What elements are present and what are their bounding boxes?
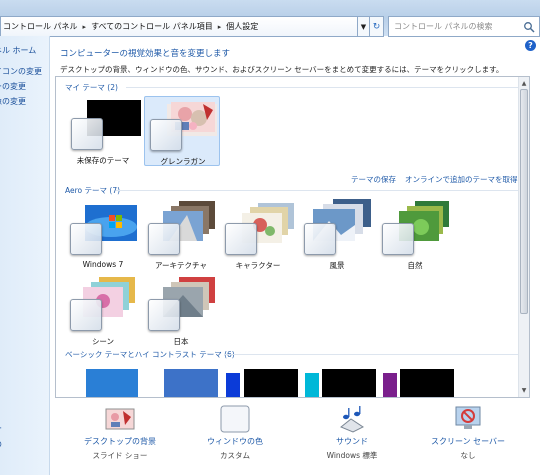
theme-color-swatch (70, 223, 102, 255)
theme-color-swatch (225, 223, 257, 255)
nav-see-also-display[interactable]: ー (0, 423, 2, 434)
nav-change-account-picture[interactable]: 像の変更 (0, 96, 26, 107)
theme-color-swatch (71, 118, 103, 150)
crumb-personalization[interactable]: 個人設定 (226, 21, 258, 32)
theme-color-swatch (70, 299, 102, 331)
group-divider (116, 190, 518, 191)
page-title: コンピューターの視覚効果と音を変更します (60, 49, 231, 59)
get-more-themes-online-link[interactable]: オンラインで追加のテーマを取得 (405, 174, 518, 185)
theme-color-swatch (382, 223, 414, 255)
breadcrumb[interactable]: コントロール パネル ▸ すべてのコントロール パネル項目 ▸ 個人設定 (0, 16, 358, 37)
save-theme-link[interactable]: テーマの保存 (351, 174, 396, 185)
search-input[interactable] (394, 22, 514, 31)
bottom-item-title: サウンド (336, 437, 368, 446)
theme-nature[interactable]: 自然 (377, 201, 453, 271)
theme-gurren-lagann[interactable]: グレンラガン (144, 96, 220, 166)
theme-list: マイ テーマ (2) 未保存のテーマ グレンラガン テーマの保存 オンラインで追… (55, 76, 530, 398)
page-description: デスクトップの背景、ウィンドウの色、サウンド、およびスクリーン セーバーをまとめ… (60, 65, 504, 74)
theme-high-contrast-black[interactable] (400, 369, 454, 397)
theme-windows-classic[interactable] (164, 369, 218, 397)
chevron-right-icon[interactable]: ▸ (83, 23, 87, 31)
chevron-down-icon[interactable]: ▼ (358, 16, 370, 37)
refresh-icon[interactable]: ↻ (370, 16, 384, 37)
theme-high-contrast-1[interactable] (244, 369, 298, 397)
bottom-item-value: なし (460, 451, 476, 460)
help-icon[interactable]: ? (525, 40, 536, 51)
chevron-right-icon[interactable]: ▸ (218, 23, 222, 31)
window-color-icon (220, 405, 250, 433)
nav-see-also-taskbar[interactable]: の (0, 439, 2, 450)
theme-japan[interactable]: 日本 (143, 277, 219, 347)
theme-scenes[interactable]: シーン (65, 277, 141, 347)
theme-windows-7-basic[interactable] (86, 369, 138, 397)
bottom-item-title: スクリーン セーバー (430, 437, 506, 446)
theme-high-contrast-black-swatch[interactable] (383, 373, 397, 397)
desktop-background-icon (105, 408, 135, 430)
theme-color-swatch (304, 223, 336, 255)
screensaver-icon (455, 406, 481, 429)
theme-landscapes[interactable]: 風景 (299, 199, 375, 271)
theme-label: グレンラガン (160, 157, 206, 166)
theme-label: 自然 (407, 261, 423, 270)
nav-change-mouse-pointers[interactable]: ーの変更 (0, 81, 26, 92)
sound-icon (340, 406, 364, 433)
group-aero-themes: Aero テーマ (7) (65, 186, 121, 195)
nav-change-desktop-icons[interactable]: イコンの変更 (0, 66, 42, 77)
scroll-thumb[interactable] (520, 89, 528, 314)
desktop-background-setting[interactable]: デスクトップの背景 スライド ショー (65, 405, 175, 465)
theme-label: アーキテクチャ (155, 261, 207, 270)
theme-color-swatch (150, 119, 182, 151)
nav-control-panel-home[interactable]: ネル ホーム (0, 45, 36, 56)
bottom-item-title: デスクトップの背景 (84, 437, 156, 446)
theme-characters[interactable]: キャラクター (220, 201, 296, 271)
theme-label: 未保存のテーマ (76, 156, 130, 165)
theme-label: 日本 (173, 337, 189, 346)
screensaver-setting[interactable]: スクリーン セーバー なし (413, 405, 523, 465)
theme-windows-7[interactable]: Windows 7 (65, 201, 141, 271)
theme-high-contrast-2-swatch[interactable] (305, 373, 319, 397)
theme-unsaved[interactable]: 未保存のテーマ (65, 96, 141, 166)
crumb-control-panel[interactable]: コントロール パネル (3, 21, 78, 32)
search-box[interactable] (388, 16, 540, 37)
group-divider (224, 354, 518, 355)
scroll-up-icon[interactable]: ▲ (519, 78, 529, 88)
crumb-all-items[interactable]: すべてのコントロール パネル項目 (91, 21, 213, 32)
theme-label: 風景 (329, 261, 345, 270)
sound-setting[interactable]: サウンド Windows 標準 (297, 405, 407, 465)
theme-color-swatch (148, 223, 180, 255)
search-icon[interactable] (523, 21, 535, 33)
theme-high-contrast-1-swatch[interactable] (226, 373, 240, 397)
vertical-scrollbar[interactable]: ▲ ▼ (518, 77, 529, 397)
window-color-setting[interactable]: ウィンドウの色 カスタム (180, 405, 290, 465)
bottom-item-title: ウィンドウの色 (207, 437, 263, 446)
bottom-item-value: スライド ショー (92, 451, 148, 460)
group-basic-themes: ベーシック テーマとハイ コントラスト テーマ (6) (65, 350, 235, 359)
group-divider (126, 87, 518, 88)
theme-high-contrast-2[interactable] (322, 369, 376, 397)
left-navigation: ネル ホーム イコンの変更 ーの変更 像の変更 ー の (0, 36, 50, 475)
address-bar-area: コントロール パネル ▸ すべてのコントロール パネル項目 ▸ 個人設定 ▼ ↻ (0, 0, 540, 37)
theme-label: シーン (91, 337, 115, 346)
theme-color-swatch (148, 299, 180, 331)
bottom-item-value: カスタム (220, 451, 250, 460)
scroll-down-icon[interactable]: ▼ (519, 385, 529, 395)
bottom-item-value: Windows 標準 (326, 451, 378, 460)
theme-label: キャラクター (235, 261, 281, 270)
group-my-themes: マイ テーマ (2) (65, 83, 118, 92)
theme-label: Windows 7 (82, 260, 124, 269)
theme-architecture[interactable]: アーキテクチャ (143, 201, 219, 271)
